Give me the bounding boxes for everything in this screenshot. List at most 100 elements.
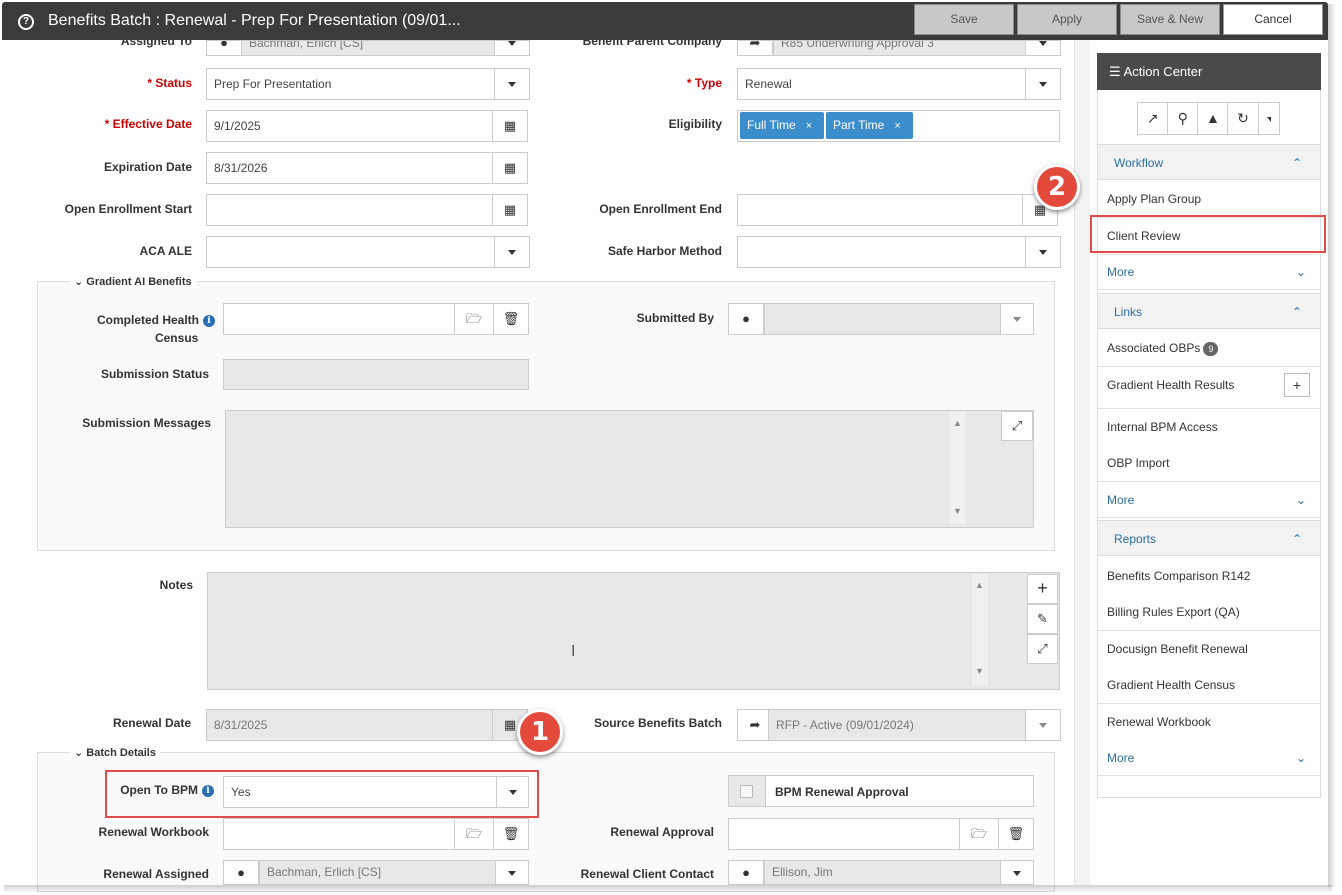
assigned-to-dropdown[interactable] xyxy=(494,40,530,56)
renewal-approval-file[interactable] xyxy=(728,818,961,850)
effective-date-input[interactable]: 9/1/2025 xyxy=(206,110,494,142)
open-enrollment-start-input[interactable] xyxy=(206,194,494,226)
aca-ale-select[interactable] xyxy=(206,236,496,268)
link-gradient-health-results[interactable]: Gradient Health Results + xyxy=(1098,367,1320,409)
workflow-section-header[interactable]: Workflow ⌃ xyxy=(1098,144,1320,180)
collapse-chevron-icon[interactable]: ⌄ xyxy=(74,276,83,288)
status-select[interactable]: Prep For Presentation xyxy=(206,68,496,100)
renewal-workbook-file[interactable] xyxy=(223,818,456,850)
scroll-down-icon[interactable]: ▼ xyxy=(953,506,962,516)
trash-icon[interactable]: 🗑 xyxy=(493,303,529,335)
folder-open-icon[interactable]: 🗁 xyxy=(454,818,494,850)
chevron-down-icon[interactable] xyxy=(1259,103,1279,134)
aca-ale-dropdown[interactable] xyxy=(494,236,530,268)
batch-details-title[interactable]: ⌄ Batch Details xyxy=(70,746,160,759)
folder-open-icon[interactable]: 🗁 xyxy=(959,818,999,850)
renewal-client-contact-field[interactable]: Ellison, Jim xyxy=(764,860,1002,885)
reports-more-link[interactable]: More ⌄ xyxy=(1098,740,1320,776)
safe-harbor-method-label: Safe Harbor Method xyxy=(607,244,722,258)
remove-tag-icon[interactable]: × xyxy=(806,120,812,132)
edit-note-icon[interactable]: ✎ xyxy=(1027,604,1058,634)
add-icon[interactable]: + xyxy=(1284,373,1310,397)
reports-section-header[interactable]: Reports ⌃ xyxy=(1098,520,1320,556)
client-contact-person-icon[interactable]: ● xyxy=(728,860,764,885)
links-section-header[interactable]: Links ⌃ xyxy=(1098,293,1320,329)
effective-date-label: * Effective Date xyxy=(104,117,192,131)
completed-health-census-file[interactable] xyxy=(223,303,456,335)
effective-date-calendar-icon[interactable]: ▦ xyxy=(492,110,528,142)
report-billing-rules-export[interactable]: Billing Rules Export (QA) xyxy=(1098,594,1320,631)
cancel-button[interactable]: Cancel xyxy=(1223,4,1323,35)
assigned-to-field[interactable]: Bachman, Erlich [CS] xyxy=(241,40,495,56)
window-title: Benefits Batch : Renewal - Prep For Pres… xyxy=(48,12,461,29)
collapse-chevron-icon[interactable]: ⌄ xyxy=(74,747,83,759)
open-enrollment-end-input[interactable] xyxy=(737,194,1024,226)
refresh-icon[interactable]: ↻ xyxy=(1228,103,1259,134)
help-icon[interactable]: ? xyxy=(18,14,34,30)
eligibility-tag-full-time[interactable]: Full Time × xyxy=(740,112,824,139)
renewal-approval-label: Renewal Approval xyxy=(610,825,714,839)
pin-icon[interactable]: ▲ xyxy=(1198,103,1229,134)
links-more-link[interactable]: More ⌄ xyxy=(1098,482,1320,518)
report-benefits-comparison[interactable]: Benefits Comparison R142 xyxy=(1098,558,1320,595)
expand-icon[interactable]: ⤢ xyxy=(1027,634,1058,664)
renewal-assigned-dropdown[interactable] xyxy=(495,860,529,885)
type-select[interactable]: Renewal xyxy=(737,68,1027,100)
link-associated-obps[interactable]: Associated OBPs 9 xyxy=(1098,330,1320,367)
bpm-renewal-approval-checkbox[interactable] xyxy=(740,785,753,798)
renewal-assigned-field[interactable]: Bachman, Erlich [CS] xyxy=(259,860,497,885)
client-contact-dropdown[interactable] xyxy=(1000,860,1034,885)
form-scrollbar[interactable] xyxy=(1074,40,1090,885)
status-dropdown[interactable] xyxy=(494,68,530,100)
expiration-date-input[interactable]: 8/31/2026 xyxy=(206,152,494,184)
add-note-icon[interactable]: + xyxy=(1027,574,1058,604)
chevron-up-icon[interactable]: ⌃ xyxy=(1292,294,1302,330)
link-internal-bpm-access[interactable]: Internal BPM Access xyxy=(1098,409,1320,446)
save-button[interactable]: Save xyxy=(914,4,1014,35)
assigned-to-person-icon[interactable]: ● xyxy=(206,40,242,56)
chevron-down-icon[interactable]: ⌄ xyxy=(1296,482,1306,519)
renewal-assigned-person-icon[interactable]: ● xyxy=(223,860,259,885)
highlight-client-review xyxy=(1090,215,1326,253)
scroll-up-icon[interactable]: ▲ xyxy=(975,580,984,590)
submission-messages-textarea xyxy=(225,410,1034,528)
remove-tag-icon[interactable]: × xyxy=(894,120,900,132)
scroll-down-icon[interactable]: ▼ xyxy=(975,666,984,676)
parent-company-dropdown[interactable] xyxy=(1025,40,1061,56)
parent-company-link-icon[interactable]: ➦ xyxy=(737,40,773,56)
report-renewal-workbook[interactable]: Renewal Workbook xyxy=(1098,704,1320,741)
info-icon[interactable]: i xyxy=(203,314,215,327)
trash-icon[interactable]: 🗑 xyxy=(998,818,1034,850)
type-dropdown[interactable] xyxy=(1025,68,1061,100)
benefit-parent-company-field[interactable]: R85 Underwriting Approval 3 xyxy=(773,40,1026,56)
report-docusign-benefit-renewal[interactable]: Docusign Benefit Renewal xyxy=(1098,631,1320,668)
save-and-new-button[interactable]: Save & New xyxy=(1120,4,1220,35)
chevron-up-icon[interactable]: ⌃ xyxy=(1292,521,1302,557)
workflow-more-link[interactable]: More ⌄ xyxy=(1098,255,1320,290)
renewal-date-field: 8/31/2025 xyxy=(206,709,494,741)
link-obp-import[interactable]: OBP Import xyxy=(1098,445,1320,482)
open-enrollment-start-calendar-icon[interactable]: ▦ xyxy=(492,194,528,226)
notes-textarea[interactable] xyxy=(207,572,1060,690)
gradient-ai-benefits-title[interactable]: ⌄ Gradient AI Benefits xyxy=(70,275,196,288)
type-label: * Type xyxy=(686,76,722,90)
trash-icon[interactable]: 🗑 xyxy=(493,818,529,850)
source-batch-dropdown[interactable] xyxy=(1025,709,1061,741)
safe-harbor-method-dropdown[interactable] xyxy=(1025,236,1061,268)
folder-open-icon[interactable]: 🗁 xyxy=(454,303,494,335)
scroll-up-icon[interactable]: ▲ xyxy=(953,418,962,428)
chevron-down-icon[interactable]: ⌄ xyxy=(1296,255,1306,290)
safe-harbor-method-select[interactable] xyxy=(737,236,1027,268)
eligibility-tag-part-time[interactable]: Part Time × xyxy=(826,112,913,139)
menu-icon: ☰ xyxy=(1109,64,1121,79)
report-gradient-health-census[interactable]: Gradient Health Census xyxy=(1098,667,1320,704)
workflow-apply-plan-group[interactable]: Apply Plan Group xyxy=(1098,181,1320,218)
external-link-icon[interactable]: ↗ xyxy=(1138,103,1169,134)
chevron-up-icon[interactable]: ⌃ xyxy=(1292,145,1302,181)
expand-icon[interactable]: ⤢ xyxy=(1001,411,1033,441)
callout-badge-2: 2 xyxy=(1034,164,1080,210)
search-icon[interactable]: ⚲ xyxy=(1168,103,1199,134)
chevron-down-icon[interactable]: ⌄ xyxy=(1296,740,1306,777)
apply-button[interactable]: Apply xyxy=(1017,4,1117,35)
expiration-date-calendar-icon[interactable]: ▦ xyxy=(492,152,528,184)
